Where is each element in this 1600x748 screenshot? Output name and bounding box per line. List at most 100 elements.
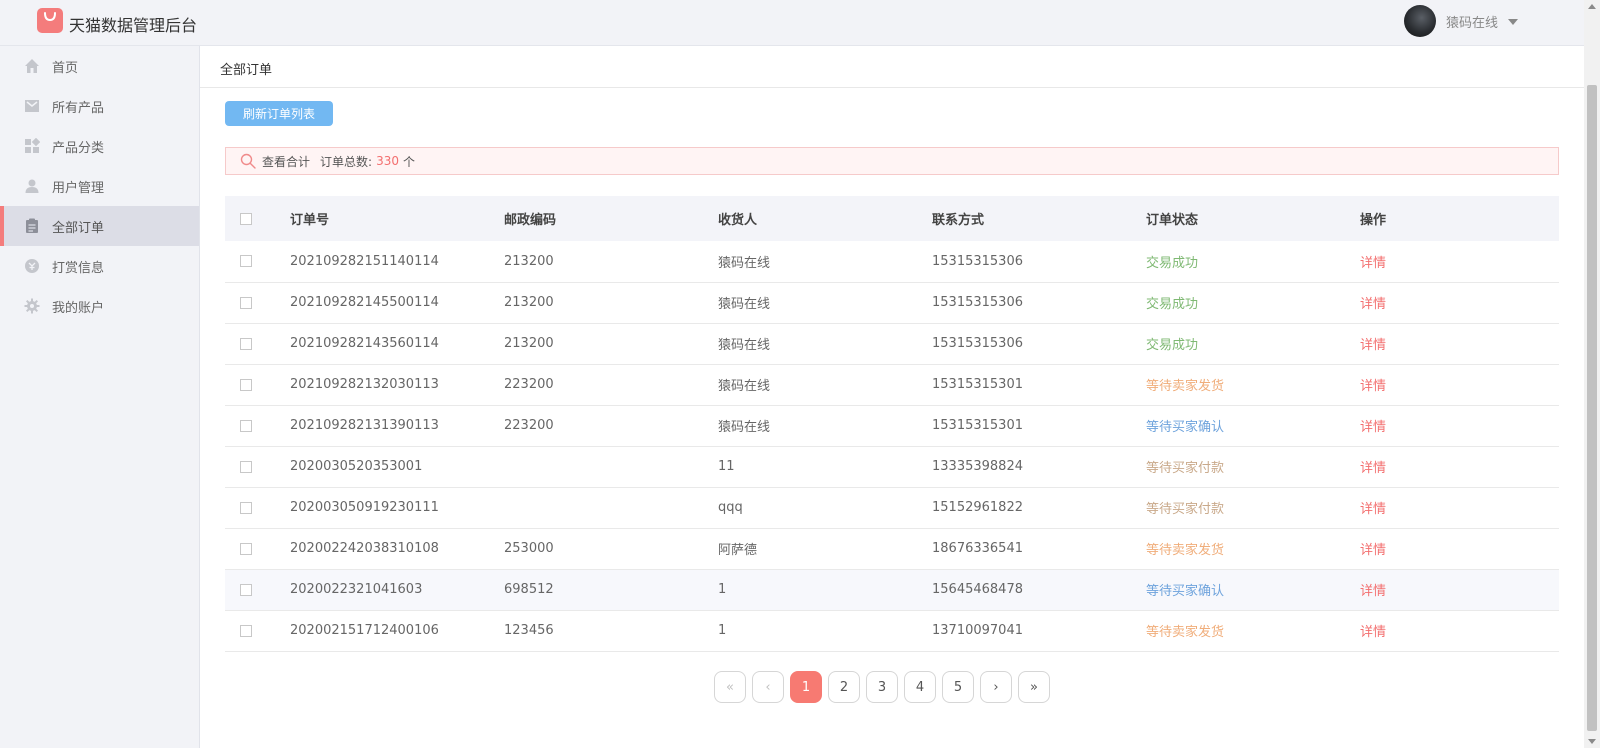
detail-link[interactable]: 详情 xyxy=(1360,625,1386,640)
table-row: 202109282151140114 213200 猿码在线 15315315306 交… xyxy=(225,241,1559,282)
sidebar-item-label: 我的账户 xyxy=(52,300,105,316)
zip-cell: 253000 xyxy=(504,541,554,556)
breadcrumb: 全部订单 xyxy=(220,63,273,78)
shopping-bag-logo-icon[interactable] xyxy=(36,6,64,34)
sidebar-item-label: 首页 xyxy=(52,60,79,76)
order-number-cell: 202109282131390113 xyxy=(290,418,439,433)
order-number-cell: 2020022321041603 xyxy=(290,582,423,597)
status-cell: 等待买家付款 xyxy=(1146,502,1225,517)
refresh-order-list-button[interactable]: 刷新订单列表 xyxy=(225,101,333,126)
page-button[interactable]: 2 xyxy=(828,671,860,703)
page-button[interactable]: 1 xyxy=(790,671,822,703)
user-menu[interactable]: 猿码在线 xyxy=(1403,4,1518,38)
detail-link[interactable]: 详情 xyxy=(1360,256,1386,271)
header-zip: 邮政编码 xyxy=(504,213,557,228)
scroll-up-arrow-icon[interactable] xyxy=(1588,4,1596,9)
sidebar-item-category[interactable]: 产品分类 xyxy=(0,126,199,166)
last-page-button[interactable]: » xyxy=(1018,671,1050,703)
row-checkbox[interactable] xyxy=(240,255,252,268)
zip-cell: 223200 xyxy=(504,377,554,392)
row-checkbox[interactable] xyxy=(240,419,252,432)
order-table: 订单号 邮政编码 收货人 联系方式 订单状态 操作 20210928215114… xyxy=(225,196,1559,652)
detail-link[interactable]: 详情 xyxy=(1360,338,1386,353)
row-checkbox[interactable] xyxy=(240,501,252,514)
row-checkbox[interactable] xyxy=(240,583,252,596)
sidebar-item-products[interactable]: 所有产品 xyxy=(0,86,199,126)
row-checkbox[interactable] xyxy=(240,624,252,637)
phone-cell: 15315315306 xyxy=(932,336,1023,351)
receiver-cell: 猿码在线 xyxy=(718,255,771,271)
top-header: 天猫数据管理后台 猿码在线 xyxy=(0,0,1584,46)
order-number-cell: 202109282145500114 xyxy=(290,295,439,310)
sidebar-item-reward[interactable]: 打赏信息 xyxy=(0,246,199,286)
user-name[interactable]: 猿码在线 xyxy=(1446,12,1498,31)
page-button[interactable]: 5 xyxy=(942,671,974,703)
status-cell: 等待卖家发货 xyxy=(1146,625,1225,640)
row-checkbox[interactable] xyxy=(240,378,252,391)
scroll-thumb[interactable] xyxy=(1587,85,1597,731)
row-checkbox[interactable] xyxy=(240,337,252,350)
phone-cell: 15315315301 xyxy=(932,377,1023,392)
status-cell: 等待卖家发货 xyxy=(1146,543,1225,558)
status-cell: 等待买家确认 xyxy=(1146,584,1225,599)
header-action: 操作 xyxy=(1360,213,1387,228)
zip-cell: 213200 xyxy=(504,253,554,269)
header-order-no: 订单号 xyxy=(290,213,330,228)
phone-cell: 15315315306 xyxy=(932,253,1023,269)
detail-link[interactable]: 详情 xyxy=(1360,297,1386,312)
status-cell: 等待卖家发货 xyxy=(1146,379,1225,394)
caret-down-icon[interactable] xyxy=(1508,18,1518,25)
table-row: 2020022321041603 698512 1 15645468478 等待买家确认… xyxy=(225,569,1559,610)
phone-cell: 15315315306 xyxy=(932,295,1023,310)
page-button[interactable]: 4 xyxy=(904,671,936,703)
page-button[interactable]: 3 xyxy=(866,671,898,703)
detail-link[interactable]: 详情 xyxy=(1360,543,1386,558)
breadcrumb-bar: 全部订单 xyxy=(200,46,1584,88)
scrollbar[interactable] xyxy=(1584,0,1600,748)
order-number-cell: 202002151712400106 xyxy=(290,623,439,638)
detail-link[interactable]: 详情 xyxy=(1360,420,1386,435)
zip-cell: 213200 xyxy=(504,336,554,351)
first-page-button[interactable]: « xyxy=(714,671,746,703)
table-row: 202109282143560114 213200 猿码在线 15315315306 交… xyxy=(225,323,1559,364)
phone-cell: 13335398824 xyxy=(932,459,1023,474)
detail-link[interactable]: 详情 xyxy=(1360,502,1386,517)
table-row: 202002242038310108 253000 阿萨德 18676336541 等待… xyxy=(225,528,1559,569)
receiver-cell: qqq xyxy=(718,500,743,515)
sidebar-item-account[interactable]: 我的账户 xyxy=(0,286,199,326)
sidebar-item-label: 产品分类 xyxy=(52,140,105,156)
pagination: « ‹ 1 2 3 4 5 › » xyxy=(714,671,1050,703)
row-checkbox[interactable] xyxy=(240,542,252,555)
sidebar-item-label: 全部订单 xyxy=(52,220,105,236)
select-all-checkbox[interactable] xyxy=(240,212,252,225)
order-number-cell: 202109282143560114 xyxy=(290,336,439,351)
row-checkbox[interactable] xyxy=(240,460,252,473)
app-title: 天猫数据管理后台 xyxy=(69,16,198,35)
phone-cell: 15152961822 xyxy=(932,500,1023,515)
status-cell: 等待买家确认 xyxy=(1146,420,1225,435)
avatar[interactable] xyxy=(1403,5,1436,37)
category-icon xyxy=(24,138,40,154)
detail-link[interactable]: 详情 xyxy=(1360,461,1386,476)
header-phone: 联系方式 xyxy=(932,213,985,228)
receiver-cell: 阿萨德 xyxy=(718,543,758,558)
phone-cell: 15315315301 xyxy=(932,418,1023,433)
detail-link[interactable]: 详情 xyxy=(1360,584,1386,599)
receiver-cell: 1 xyxy=(718,582,727,597)
table-row: 2020030520353001 11 13335398824 等待买家付款 详情 xyxy=(225,446,1559,487)
status-cell: 交易成功 xyxy=(1146,297,1199,312)
detail-link[interactable]: 详情 xyxy=(1360,379,1386,394)
row-checkbox[interactable] xyxy=(240,296,252,309)
sidebar-item-users[interactable]: 用户管理 xyxy=(0,166,199,206)
prev-page-button[interactable]: ‹ xyxy=(752,671,784,703)
next-page-button[interactable]: › xyxy=(980,671,1012,703)
scroll-down-arrow-icon[interactable] xyxy=(1588,739,1596,744)
sidebar-item-label: 用户管理 xyxy=(52,180,105,196)
sidebar-item-orders[interactable]: 全部订单 xyxy=(0,206,199,246)
sidebar-item-home[interactable]: 首页 xyxy=(0,46,199,86)
table-row: 202002151712400106 123456 1 13710097041 等待卖家… xyxy=(225,610,1559,651)
receiver-cell: 猿码在线 xyxy=(718,379,771,394)
receiver-cell: 1 xyxy=(718,623,727,638)
zip-cell: 223200 xyxy=(504,418,554,433)
status-cell: 交易成功 xyxy=(1146,338,1199,353)
